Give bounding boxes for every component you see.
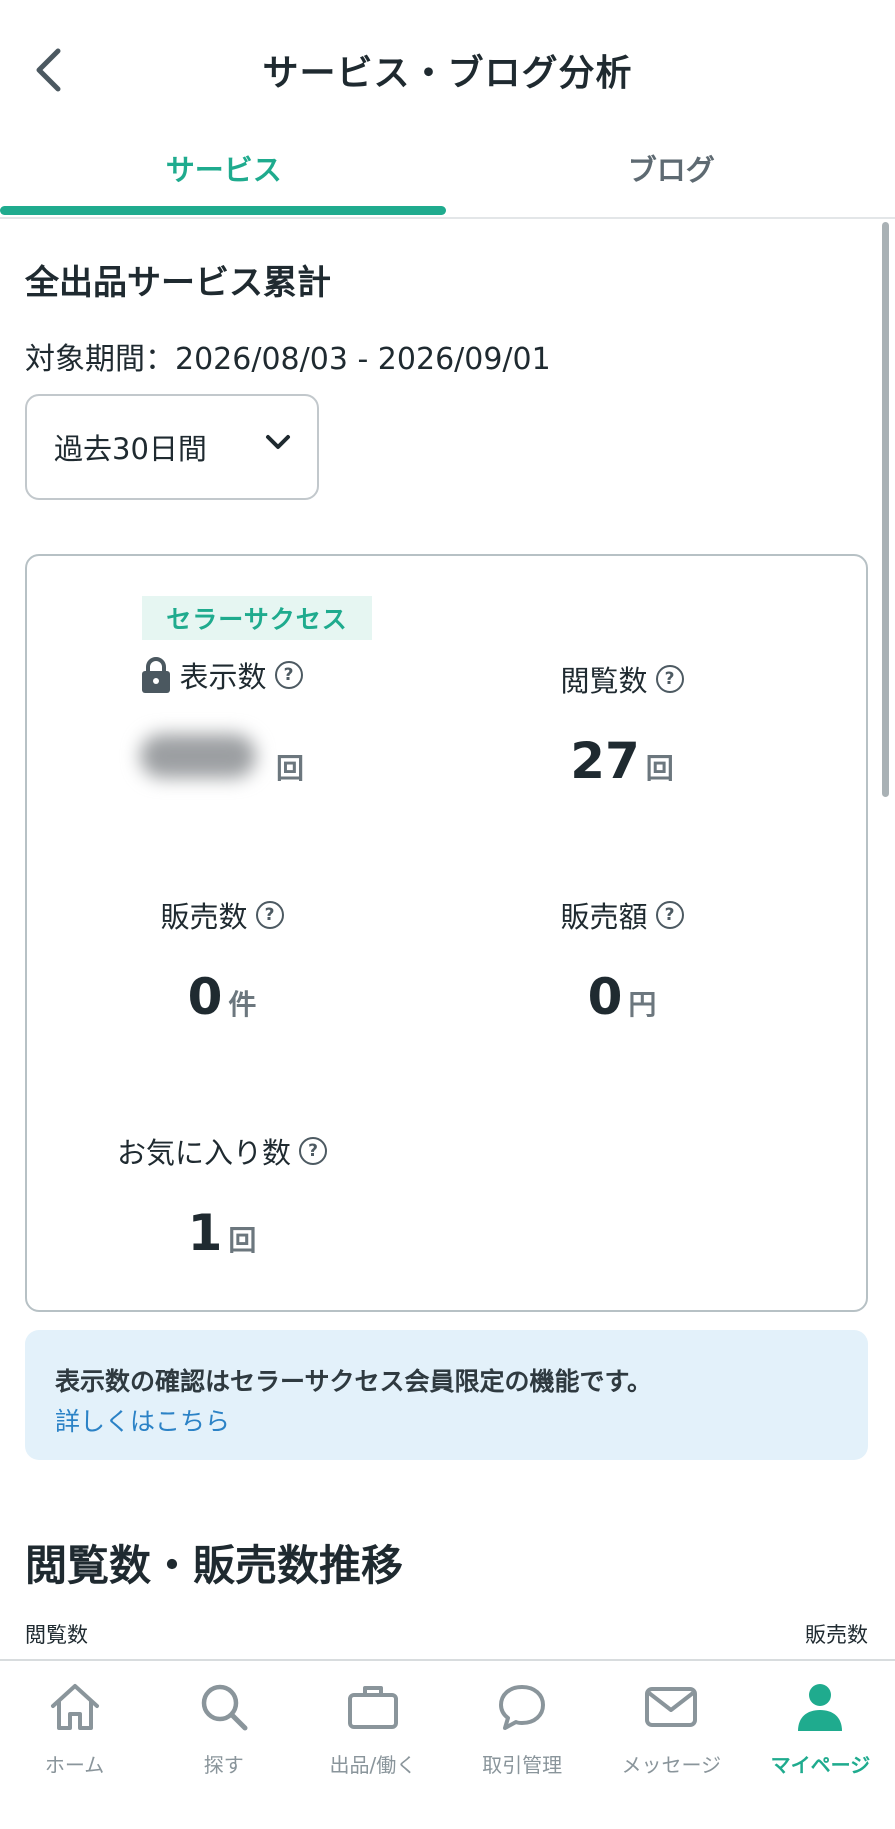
nav-home-label: ホーム xyxy=(44,1753,105,1777)
chart-left-axis-label: 閲覧数 xyxy=(25,1623,88,1647)
stat-impressions-label: 表示数 xyxy=(179,660,267,694)
info-text: 表示数の確認はセラーサクセス会員限定の機能です。 xyxy=(55,1367,653,1396)
nav-messages[interactable]: メッセージ xyxy=(597,1661,746,1829)
stat-favorites-unit: 回 xyxy=(228,1224,257,1257)
stat-views-value: 27 xyxy=(570,732,640,790)
chat-bubble-icon xyxy=(494,1679,550,1735)
nav-search[interactable]: 探す xyxy=(149,1661,298,1829)
chart-right-axis-label: 販売数 xyxy=(805,1623,868,1647)
help-icon[interactable]: ? xyxy=(655,665,684,693)
nav-listing-label: 出品/働く xyxy=(329,1753,417,1777)
stat-sales-amount-unit: 円 xyxy=(628,988,657,1021)
help-icon[interactable]: ? xyxy=(655,901,684,929)
blurred-value xyxy=(139,734,256,778)
chevron-down-icon xyxy=(266,435,290,449)
trend-title: 閲覧数・販売数推移 xyxy=(25,1541,404,1590)
stat-sales-count-unit: 件 xyxy=(228,988,257,1021)
nav-messages-label: メッセージ xyxy=(621,1753,722,1777)
help-icon[interactable]: ? xyxy=(255,901,284,929)
nav-mypage-label: マイページ xyxy=(770,1753,871,1777)
stat-sales-count-label: 販売数 xyxy=(160,900,248,934)
page-title: サービス・ブログ分析 xyxy=(262,53,633,94)
search-icon xyxy=(196,1679,252,1735)
person-icon xyxy=(792,1679,848,1735)
stat-sales-count-value: 0 xyxy=(187,968,223,1026)
home-icon xyxy=(47,1679,103,1735)
help-icon[interactable]: ? xyxy=(274,661,303,689)
nav-listing[interactable]: 出品/働く xyxy=(298,1661,447,1829)
stat-impressions-unit: 回 xyxy=(275,752,304,785)
nav-search-label: 探す xyxy=(203,1753,244,1777)
stat-favorites-label: お気に入り数 xyxy=(116,1136,291,1170)
stat-favorites: お気に入り数 ? 1 回 xyxy=(72,1130,372,1262)
stat-favorites-value: 1 xyxy=(187,1204,223,1262)
lock-icon xyxy=(142,657,171,693)
range-select-value: 過去30日間 xyxy=(54,432,207,466)
stats-card: セラーサクセス 表示数 ? 回 閲覧数 ? 27 回 販売数 ? 0 件 販売額… xyxy=(25,554,868,1312)
stat-sales-amount: 販売額 ? 0 円 xyxy=(472,894,772,1026)
header: サービス・ブログ分析 xyxy=(0,0,895,135)
help-icon[interactable]: ? xyxy=(299,1137,327,1165)
nav-transactions[interactable]: 取引管理 xyxy=(448,1661,597,1829)
details-link[interactable]: 詳しくはこちら xyxy=(55,1402,230,1438)
stat-sales-amount-value: 0 xyxy=(587,968,623,1026)
tab-blog[interactable]: ブログ xyxy=(448,135,895,217)
nav-mypage[interactable]: マイページ xyxy=(746,1661,895,1829)
stat-impressions: 表示数 ? 回 xyxy=(72,654,372,787)
stat-sales-amount-label: 販売額 xyxy=(560,900,648,934)
stat-views-label: 閲覧数 xyxy=(560,664,648,698)
nav-transactions-label: 取引管理 xyxy=(482,1753,563,1777)
active-tab-indicator xyxy=(0,206,446,215)
period-text: 対象期間：2026/08/03 - 2026/09/01 xyxy=(25,342,551,377)
section-title: 全出品サービス累計 xyxy=(25,263,331,303)
bottom-nav: ホーム 探す 出品/働く 取引管理 メッセージ マイページ xyxy=(0,1659,895,1829)
range-select[interactable]: 過去30日間 xyxy=(25,394,319,500)
seller-success-badge: セラーサクセス xyxy=(142,596,372,640)
stat-sales-count: 販売数 ? 0 件 xyxy=(72,894,372,1026)
scrollbar[interactable] xyxy=(882,222,889,797)
stat-views: 閲覧数 ? 27 回 xyxy=(472,658,772,790)
stat-views-unit: 回 xyxy=(645,752,674,785)
info-box: 表示数の確認はセラーサクセス会員限定の機能です。 詳しくはこちら xyxy=(25,1330,868,1460)
tab-service[interactable]: サービス xyxy=(0,135,448,217)
nav-home[interactable]: ホーム xyxy=(0,1661,149,1829)
briefcase-icon xyxy=(345,1679,401,1735)
mail-icon xyxy=(643,1679,699,1735)
